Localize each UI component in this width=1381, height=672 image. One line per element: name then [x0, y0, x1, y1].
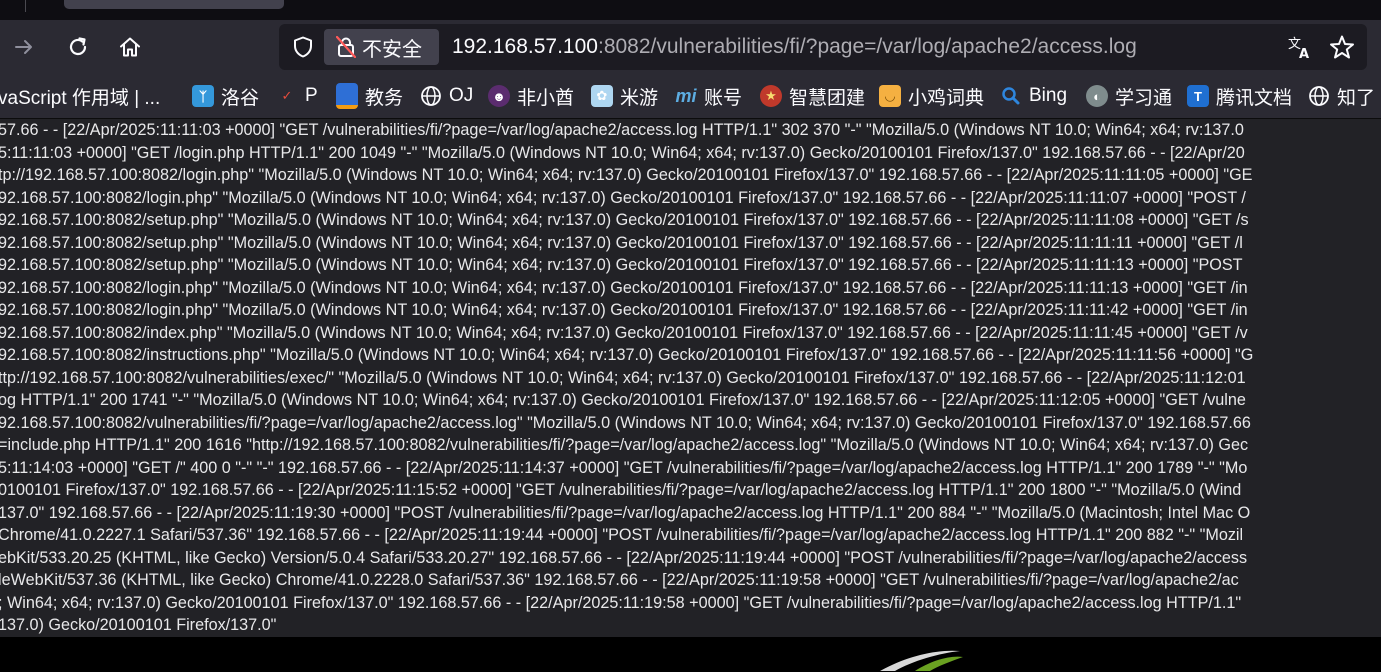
log-line: 5:11:11:03 +0000] "GET /login.php HTTP/1… — [0, 143, 1245, 162]
log-line: 92.168.57.100:8082/vulnerabilities/fi/?p… — [0, 413, 1251, 432]
log-line: 92.168.57.100:8082/login.php" "Mozilla/5… — [0, 188, 1246, 207]
bookmark-label: 洛谷 — [221, 87, 260, 109]
page-footer-area — [0, 637, 1381, 672]
log-line: 92.168.57.100:8082/setup.php" "Mozilla/5… — [0, 211, 1249, 229]
tuanjian-icon: ★ — [760, 85, 782, 107]
bookmark-label: 知了 — [1337, 87, 1376, 109]
miyou-icon: ✿ — [591, 85, 613, 107]
bookmark-item[interactable]: ✓ P — [276, 74, 318, 118]
log-line: 92.168.57.100:8082/login.php" "Mozilla/5… — [0, 278, 1248, 297]
svg-text:A: A — [1299, 47, 1309, 60]
home-icon — [120, 37, 140, 57]
jiaowu-icon — [336, 83, 358, 109]
bookmark-label: 腾讯文档 — [1216, 87, 1293, 109]
arrow-right-icon — [15, 40, 32, 54]
log-line: 0100101 Firefox/137.0" 192.168.57.66 - -… — [0, 481, 1242, 499]
tencent-docs-icon: T — [1187, 85, 1209, 107]
url-text[interactable]: 192.168.57.100:8082/vulnerabilities/fi/?… — [452, 33, 1137, 61]
log-line: Chrome/41.0.2227.1 Safari/537.36" 192.16… — [0, 526, 1244, 544]
xuexitong-icon: ◐ — [1086, 85, 1108, 107]
translate-icon[interactable]: 文 A — [1287, 34, 1313, 60]
reload-icon — [69, 37, 87, 56]
bookmark-item[interactable]: ★ 智慧团建 — [760, 74, 865, 118]
url-path: :8082/vulnerabilities/fi/?page=/var/log/… — [597, 35, 1137, 58]
bookmark-label: vaScript 作用域 | ... — [0, 87, 161, 109]
log-line: 92.168.57.100:8082/instructions.php" "Mo… — [0, 346, 1254, 364]
bookmark-label: 账号 — [704, 87, 743, 109]
logo-swoosh-icon — [880, 650, 963, 671]
p-icon: ✓ — [281, 88, 293, 103]
log-line: ttp://192.168.57.100:8082/vulnerabilitie… — [0, 368, 1246, 387]
tab-strip — [0, 0, 1381, 20]
luogu-icon: ᛉ — [192, 85, 214, 107]
log-line: 5:11:14:03 +0000] "GET /" 400 0 "-" "-" … — [0, 458, 1248, 477]
globe-icon — [1309, 86, 1329, 106]
bookmark-label: P — [305, 85, 318, 106]
bookmark-label: 学习通 — [1115, 87, 1173, 109]
globe-icon — [421, 86, 441, 106]
bookmark-label: OJ — [449, 85, 474, 106]
bookmark-item[interactable]: vaScript 作用域 | ... — [0, 74, 160, 118]
tracking-protection-button[interactable] — [289, 33, 317, 61]
bookmark-label: 教务 — [365, 87, 404, 109]
log-line: ebKit/533.20.25 (KHTML, like Gecko) Vers… — [0, 548, 1248, 567]
log-line: 137.0) Gecko/20100101 Firefox/137.0" — [0, 616, 277, 634]
bookmark-label: 智慧团建 — [789, 87, 866, 109]
log-line: 92.168.57.100:8082/index.php" "Mozilla/5… — [0, 323, 1248, 342]
bookmark-item[interactable]: ☻ 非小酋 — [488, 74, 574, 118]
bookmarks-toolbar: vaScript 作用域 | ... ᛉ 洛谷 ✓ P 教务 OJ ☻ 非小酋 … — [0, 74, 1381, 119]
bookmark-star-icon[interactable] — [1329, 34, 1355, 60]
home-button[interactable] — [114, 31, 146, 63]
connection-insecure-badge[interactable]: 不安全 — [324, 29, 439, 65]
address-bar-actions: 文 A — [1287, 32, 1355, 62]
search-icon — [1002, 87, 1020, 105]
bookmark-item[interactable]: T 腾讯文档 — [1187, 74, 1292, 118]
address-bar[interactable]: 不安全 192.168.57.100:8082/vulnerabilities/… — [279, 24, 1367, 70]
tab-separator — [25, 0, 26, 12]
chick-icon: ◡ — [879, 85, 901, 107]
bookmark-item[interactable]: ✿ 米游 — [591, 74, 658, 118]
bookmark-item[interactable]: 教务 — [336, 74, 403, 118]
bookmark-item[interactable]: ◐ 学习通 — [1086, 74, 1172, 118]
bookmark-item[interactable]: OJ — [420, 74, 473, 118]
url-host: 192.168.57.100 — [452, 35, 598, 58]
forward-button[interactable] — [8, 31, 40, 63]
bookmark-label: 小鸡词典 — [908, 87, 985, 109]
insecure-lock-icon — [336, 36, 356, 58]
insecure-label: 不安全 — [362, 38, 422, 61]
mi-icon: mi — [675, 85, 697, 106]
log-line: tp://192.168.57.100:8082/login.php" "Moz… — [0, 166, 1253, 184]
log-line: og HTTP/1.1" 200 1741 "-" "Mozilla/5.0 (… — [0, 391, 1246, 409]
bookmark-item[interactable]: ᛉ 洛谷 — [192, 74, 259, 118]
log-line: 137.0" 192.168.57.66 - - [22/Apr/2025:11… — [0, 503, 1251, 522]
page-content: 57.66 - - [22/Apr/2025:11:11:03 +0000] "… — [0, 119, 1381, 637]
log-line: =include.php HTTP/1.1" 200 1616 "http://… — [0, 436, 1249, 454]
bookmark-label: Bing — [1029, 85, 1068, 106]
bookmark-label: 非小酋 — [517, 87, 575, 109]
log-line: ; Win64; x64; rv:137.0) Gecko/20100101 F… — [0, 593, 1242, 612]
log-line: 57.66 - - [22/Apr/2025:11:11:03 +0000] "… — [0, 121, 1244, 139]
log-line: 92.168.57.100:8082/setup.php" "Mozilla/5… — [0, 256, 1243, 274]
shield-icon — [294, 36, 312, 58]
browser-tab[interactable] — [64, 0, 284, 9]
log-line: 92.168.57.100:8082/setup.php" "Mozilla/5… — [0, 233, 1243, 252]
reload-button[interactable] — [62, 31, 94, 63]
bookmark-item[interactable]: Bing — [1000, 74, 1067, 118]
bookmark-item[interactable]: ◡ 小鸡词典 — [879, 74, 984, 118]
bookmark-item[interactable]: mi 账号 — [675, 74, 742, 118]
fxq-icon: ☻ — [488, 85, 510, 107]
log-line: 92.168.57.100:8082/login.php" "Mozilla/5… — [0, 301, 1248, 319]
bookmark-item[interactable]: 知了 — [1308, 74, 1375, 118]
bookmark-label: 米游 — [620, 87, 659, 109]
navigation-toolbar: 不安全 192.168.57.100:8082/vulnerabilities/… — [0, 20, 1381, 74]
log-line: leWebKit/537.36 (KHTML, like Gecko) Chro… — [0, 571, 1239, 589]
